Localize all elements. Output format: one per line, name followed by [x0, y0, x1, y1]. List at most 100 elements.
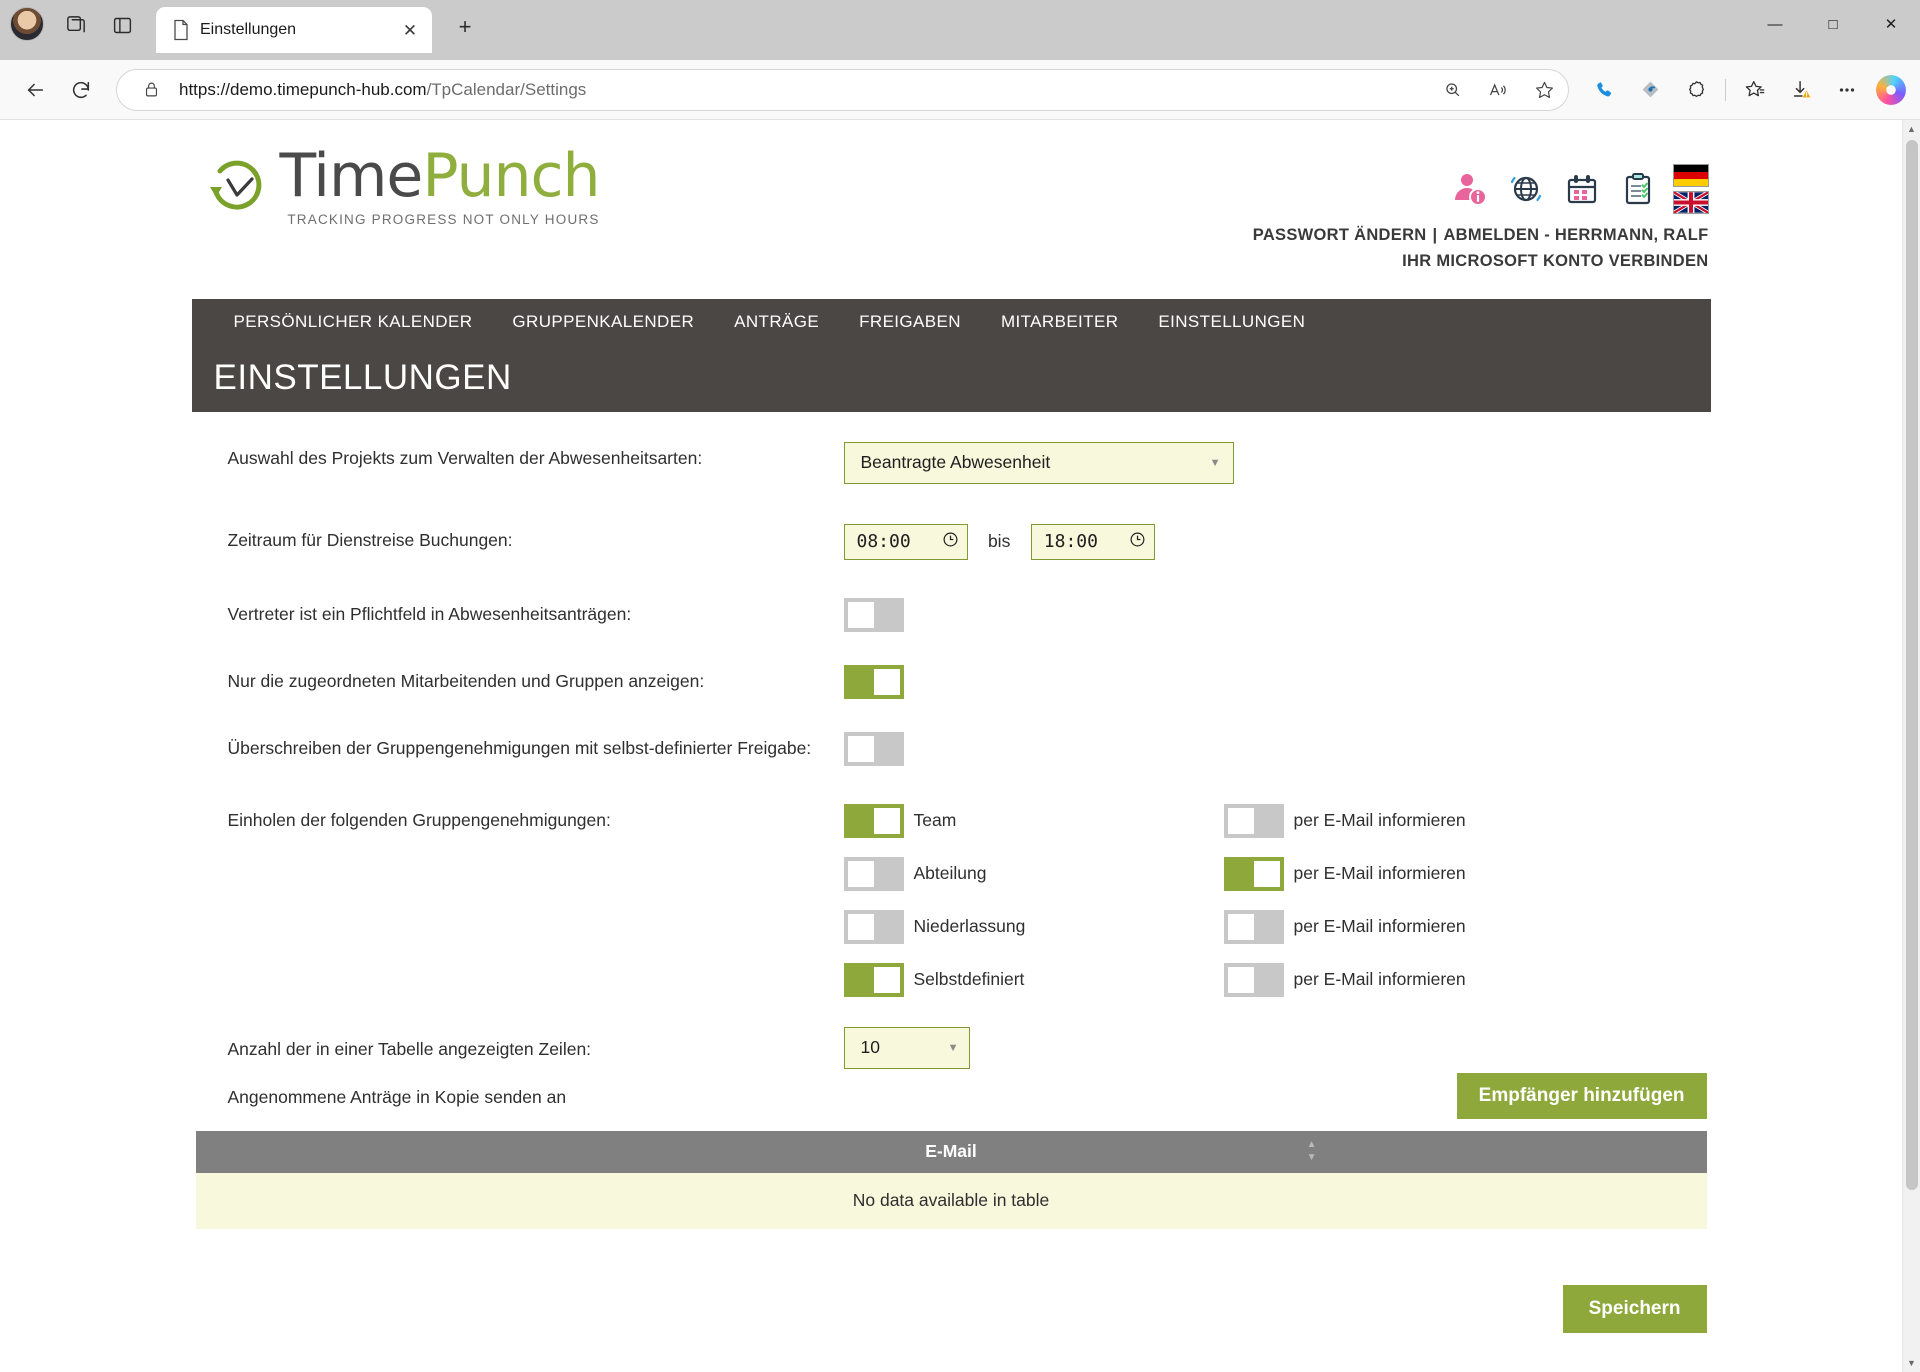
page-icon [172, 19, 190, 41]
logout-link[interactable]: ABMELDEN - HERRMANN, RALF [1443, 226, 1708, 244]
toggle-substitute-mandatory[interactable] [843, 597, 904, 632]
sort-arrows-icon[interactable]: ▲ ▼ [1307, 1140, 1317, 1163]
split-tab-icon[interactable] [1629, 69, 1671, 111]
split-screen-icon[interactable] [102, 5, 142, 45]
web-page: TimePunch TRACKING PROGRESS NOT ONLY HOU… [0, 120, 1902, 1372]
close-icon[interactable]: ✕ [396, 16, 424, 44]
toolbar-divider [1725, 78, 1726, 101]
group-approval-row-custom: Selbstdefiniert per E-Mail informieren [843, 962, 1709, 997]
toggle-group-team[interactable] [843, 803, 904, 838]
address-bar[interactable]: https://demo.timepunch-hub.com/TpCalenda… [116, 68, 1569, 111]
group-toggle-cell: Team [843, 803, 1224, 838]
globe-sync-icon[interactable] [1505, 166, 1547, 212]
nav-item-requests[interactable]: ANTRÄGE [714, 299, 839, 345]
toggle-knob [873, 966, 900, 993]
toggle-knob [847, 601, 874, 628]
label-copy-recipients: Angenommene Anträge in Kopie senden an [227, 1087, 567, 1108]
rows-per-table-dropdown[interactable]: 10 ▼ [843, 1026, 970, 1069]
label-group-approvals: Einholen der folgenden Gruppengenehmigun… [227, 809, 611, 830]
group-label-team: Team [913, 810, 957, 831]
browser-tab[interactable]: Einstellungen ✕ [156, 7, 432, 53]
nav-item-employees[interactable]: MITARBEITER [981, 299, 1138, 345]
minimize-button[interactable]: — [1746, 0, 1804, 48]
project-select-value: Beantragte Abwesenheit [860, 452, 1051, 473]
back-arrow-icon[interactable] [14, 69, 56, 111]
flag-de-icon[interactable] [1672, 164, 1709, 187]
control-show-assigned-only [843, 664, 1709, 699]
table-empty-message: No data available in table [852, 1190, 1050, 1211]
logo-wordmark: TimePunch [279, 141, 601, 211]
clock-icon[interactable] [942, 531, 959, 553]
scroll-up-arrow[interactable]: ▲ [1903, 120, 1920, 138]
logo-tagline: TRACKING PROGRESS NOT ONLY HOURS [287, 212, 600, 227]
toggle-group-department[interactable] [843, 856, 904, 891]
toggle-email-branch[interactable] [1223, 909, 1284, 944]
toggle-email-team[interactable] [1223, 803, 1284, 838]
group-approval-row-department: Abteilung per E-Mail informieren [843, 856, 1709, 891]
toggle-show-assigned-only[interactable] [843, 664, 904, 699]
toggle-group-custom[interactable] [843, 962, 904, 997]
plus-icon[interactable]: + [446, 8, 484, 46]
business-trip-to-input[interactable]: 18:00 [1030, 523, 1155, 560]
toggle-knob [873, 807, 900, 834]
project-select-dropdown[interactable]: Beantragte Abwesenheit ▼ [843, 441, 1234, 484]
favorite-star-icon[interactable] [1526, 72, 1562, 108]
chevron-down-icon: ▼ [947, 1041, 959, 1054]
titlebar-left-group: Einstellungen ✕ + [0, 0, 484, 60]
page-title: EINSTELLUNGEN [213, 358, 512, 398]
change-password-link[interactable]: PASSWORT ÄNDERN [1253, 226, 1427, 244]
timepunch-logo[interactable]: TimePunch TRACKING PROGRESS NOT ONLY HOU… [194, 141, 601, 227]
add-recipient-button[interactable]: Empfänger hinzufügen [1456, 1072, 1707, 1119]
profile-avatar[interactable] [10, 6, 44, 41]
page-scrollbar[interactable]: ▲ ▼ [1902, 120, 1920, 1372]
business-trip-from-value: 08:00 [856, 531, 911, 553]
nav-item-personal-calendar[interactable]: PERSÖNLICHER KALENDER [214, 299, 493, 345]
page-viewport: TimePunch TRACKING PROGRESS NOT ONLY HOU… [0, 120, 1920, 1372]
save-button[interactable]: Speichern [1562, 1284, 1707, 1333]
clock-icon[interactable] [1129, 531, 1146, 553]
close-window-button[interactable]: ✕ [1862, 0, 1920, 48]
toggle-email-department[interactable] [1223, 856, 1284, 891]
header-right-block: PASSWORT ÄNDERN | ABMELDEN - HERRMANN, RAL… [1253, 146, 1709, 275]
more-options-icon[interactable] [1826, 69, 1868, 111]
extensions-icon[interactable] [1675, 69, 1717, 111]
tab-collections-icon[interactable] [56, 5, 96, 45]
connect-microsoft-link[interactable]: IHR MICROSOFT KONTO VERBINDEN [1402, 252, 1708, 270]
toggle-email-custom[interactable] [1223, 962, 1284, 997]
toggle-group-branch[interactable] [843, 909, 904, 944]
maximize-button[interactable]: □ [1804, 0, 1862, 48]
scroll-down-arrow[interactable]: ▼ [1903, 1354, 1920, 1372]
recipients-table: E-Mail ▲ ▼ No data available in table [195, 1130, 1707, 1229]
toggle-override-group-approvals[interactable] [843, 731, 904, 766]
nav-item-group-calendar[interactable]: GRUPPENKALENDER [492, 299, 714, 345]
table-column-header-email[interactable]: E-Mail [925, 1141, 977, 1162]
read-aloud-icon[interactable] [1480, 72, 1516, 108]
business-trip-from-input[interactable]: 08:00 [843, 523, 968, 560]
row-group-approvals: Einholen der folgenden Gruppengenehmigun… [194, 803, 1709, 997]
collections-icon[interactable] [1734, 69, 1776, 111]
zoom-icon[interactable] [1434, 72, 1470, 108]
sort-desc-arrow: ▼ [1306, 1152, 1317, 1164]
row-copy-recipients: Angenommene Anträge in Kopie senden an E… [194, 1072, 1709, 1119]
toggle-knob [1253, 860, 1280, 887]
downloads-icon[interactable] [1780, 69, 1822, 111]
copilot-icon[interactable] [1876, 74, 1906, 105]
clipboard-checklist-icon[interactable] [1617, 166, 1659, 212]
toggle-knob [873, 668, 900, 695]
table-empty-row: No data available in table [195, 1172, 1707, 1229]
nav-item-approvals[interactable]: FREIGABEN [839, 299, 981, 345]
scrollbar-thumb[interactable] [1906, 140, 1918, 1190]
reload-icon[interactable] [60, 69, 102, 111]
flag-uk-icon[interactable] [1672, 190, 1709, 215]
calendar-icon[interactable] [1561, 166, 1603, 212]
user-info-icon[interactable] [1449, 166, 1491, 212]
group-label-custom: Selbstdefiniert [913, 969, 1025, 990]
label-override-group-approvals: Überschreiben der Gruppengenehmigungen m… [227, 737, 812, 758]
save-button-container: Speichern [194, 1284, 1709, 1333]
toggle-knob [1227, 913, 1254, 940]
phone-link-icon[interactable] [1583, 69, 1625, 111]
email-label-custom: per E-Mail informieren [1293, 969, 1466, 990]
group-email-cell: per E-Mail informieren [1223, 962, 1466, 997]
label-business-trip: Zeitraum für Dienstreise Buchungen: [227, 529, 513, 550]
nav-item-settings[interactable]: EINSTELLUNGEN [1138, 299, 1325, 345]
